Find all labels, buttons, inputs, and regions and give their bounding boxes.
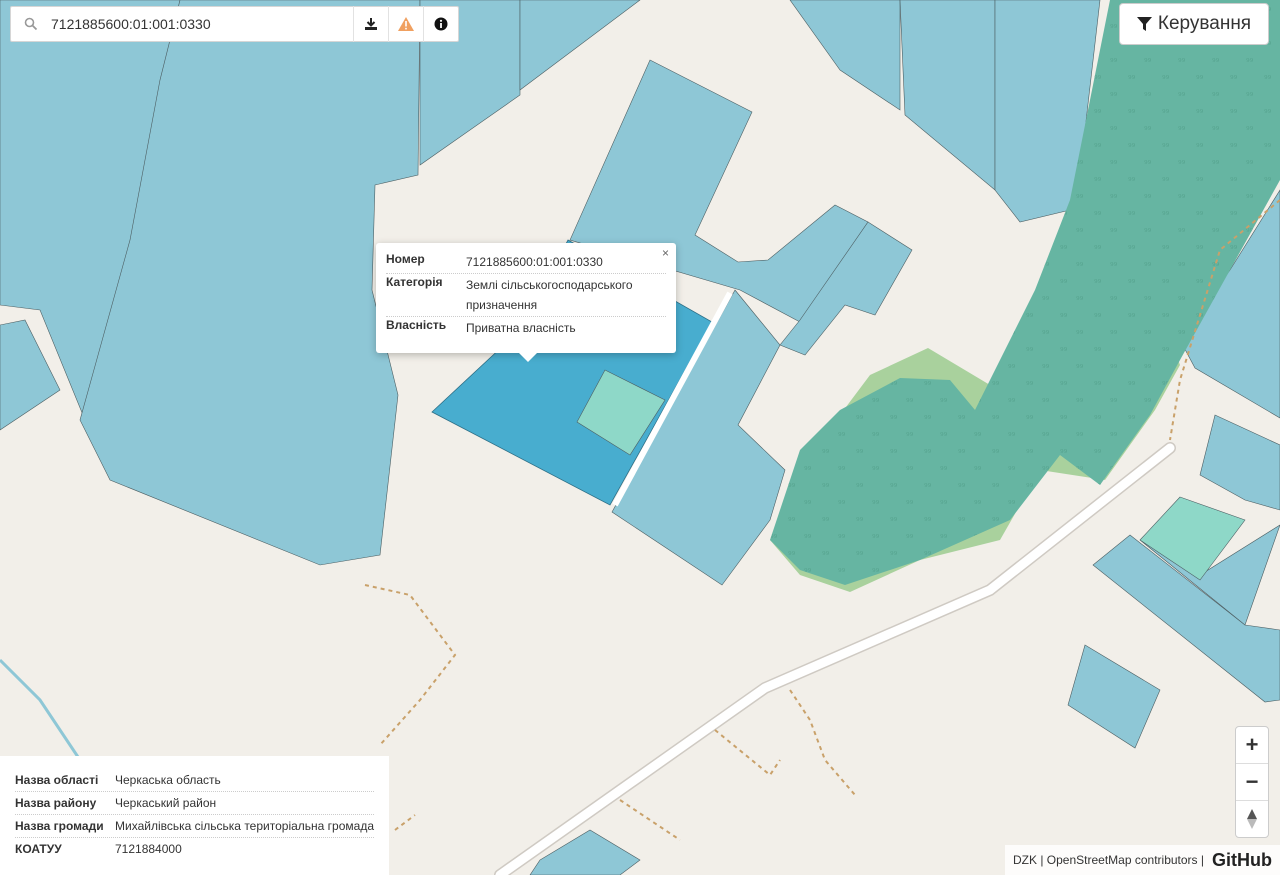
popup-value: Приватна власність (466, 321, 576, 335)
info-value: Черкаська область (115, 773, 221, 787)
popup-value: 7121885600:01:001:0330 (466, 255, 603, 269)
download-icon (365, 18, 377, 30)
cadastral-map[interactable]: ⁹⁹ ⁹⁹ (0, 0, 1280, 875)
popup-key: Категорія (386, 275, 443, 289)
info-key: Назва громади (15, 819, 104, 833)
warning-button[interactable] (388, 6, 423, 42)
info-row: Назва громади Михайлівська сільська тери… (15, 815, 374, 838)
parcel-popup: × Номер 7121885600:01:001:0330 Категорія… (376, 243, 676, 353)
info-value: Михайлівська сільська територіальна гром… (115, 819, 374, 833)
attribution: DZK | OpenStreetMap contributors | GitHu… (1005, 845, 1280, 875)
info-key: Назва області (15, 773, 99, 787)
zoom-control: + − (1235, 726, 1269, 838)
warning-icon (398, 17, 414, 31)
filter-icon (1136, 16, 1152, 31)
compass-icon (1247, 809, 1257, 829)
popup-row: Власність Приватна власність (386, 318, 666, 339)
popup-key: Номер (386, 252, 425, 266)
reset-bearing-button[interactable] (1236, 801, 1268, 837)
region-info-panel: Назва області Черкаська область Назва ра… (0, 756, 389, 875)
info-key: КОАТУУ (15, 842, 62, 856)
attribution-text[interactable]: DZK | OpenStreetMap contributors | (1013, 853, 1204, 867)
zoom-in-button[interactable]: + (1236, 727, 1268, 764)
download-button[interactable] (353, 6, 388, 42)
popup-row: Категорія Землі сільськогосподарського п… (386, 275, 666, 317)
controls-label: Керування (1157, 13, 1252, 34)
info-button[interactable] (423, 6, 458, 42)
popup-row: Номер 7121885600:01:001:0330 (386, 252, 666, 274)
info-row: КОАТУУ 7121884000 (15, 838, 374, 860)
info-value: Черкаський район (115, 796, 217, 810)
info-row: Назва області Черкаська область (15, 769, 374, 792)
github-link[interactable]: GitHub (1212, 850, 1272, 871)
info-value: 7121884000 (115, 842, 182, 856)
info-row: Назва району Черкаський район (15, 792, 374, 815)
popup-value: Землі сільськогосподарського призначення (466, 278, 633, 312)
search-input[interactable] (51, 9, 353, 39)
controls-button[interactable]: Керування (1119, 3, 1269, 45)
info-icon (434, 17, 448, 31)
popup-key: Власність (386, 318, 447, 332)
zoom-out-button[interactable]: − (1236, 764, 1268, 801)
search-bar (10, 6, 459, 42)
info-key: Назва району (15, 796, 97, 810)
search-icon (11, 17, 51, 31)
popup-tip (519, 353, 537, 362)
